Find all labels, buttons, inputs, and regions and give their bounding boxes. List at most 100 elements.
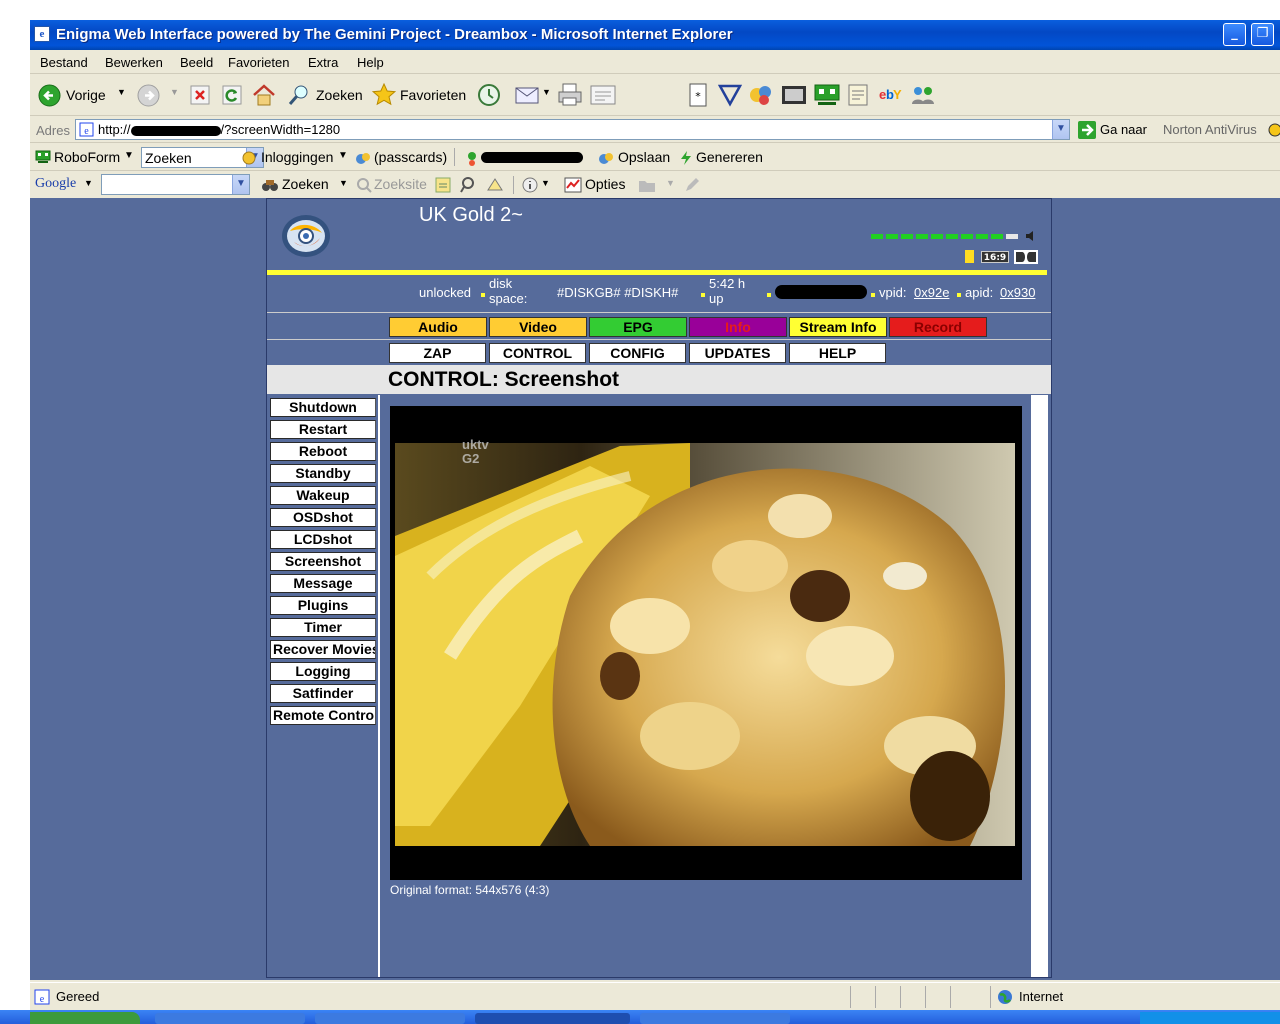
- nav-updates[interactable]: UPDATES: [689, 343, 786, 363]
- taskbar-item[interactable]: [640, 1013, 790, 1024]
- folder-icon[interactable]: [638, 177, 656, 193]
- address-dropdown-icon[interactable]: ▼: [1052, 120, 1069, 139]
- shutdown-button[interactable]: Shutdown: [270, 398, 376, 417]
- menu-help[interactable]: Help: [357, 55, 384, 70]
- info-icon[interactable]: [521, 176, 539, 194]
- title-bar[interactable]: e Enigma Web Interface powered by The Ge…: [30, 20, 1280, 50]
- volume-bar[interactable]: [871, 234, 1021, 240]
- menu-tools[interactable]: Extra: [308, 55, 338, 70]
- screenshot-button[interactable]: Screenshot: [270, 552, 376, 571]
- news-icon[interactable]: [435, 177, 451, 193]
- favorites-button-label[interactable]: Favorieten: [400, 87, 466, 103]
- pencil-icon[interactable]: [683, 176, 699, 194]
- logins-dropdown-icon[interactable]: ▼: [338, 150, 348, 161]
- search-icon[interactable]: [288, 84, 310, 106]
- satfinder-button[interactable]: Satfinder: [270, 684, 376, 703]
- apid-link[interactable]: 0x930: [1000, 285, 1035, 300]
- tab-audio[interactable]: Audio: [389, 317, 487, 337]
- favorites-star-icon[interactable]: [372, 83, 396, 107]
- funnel-icon[interactable]: [718, 83, 742, 107]
- google-logo[interactable]: Google: [35, 176, 76, 192]
- notes-icon[interactable]: [846, 83, 870, 107]
- forward-arrow-icon[interactable]: [137, 84, 160, 107]
- vpid-link[interactable]: 0x92e: [914, 285, 949, 300]
- ebay-icon[interactable]: ebY: [878, 84, 904, 104]
- timer-button[interactable]: Timer: [270, 618, 376, 637]
- stop-icon[interactable]: [190, 85, 210, 105]
- folder-dropdown-icon[interactable]: ▼: [666, 178, 675, 188]
- tab-info[interactable]: Info: [689, 317, 787, 337]
- go-arrow-icon[interactable]: [1078, 121, 1096, 139]
- history-icon[interactable]: [477, 83, 501, 107]
- mail-dropdown-icon[interactable]: ▼: [542, 87, 551, 97]
- roboform-label[interactable]: RoboForm: [54, 149, 120, 165]
- google-search-dropdown-icon[interactable]: ▼: [232, 175, 249, 194]
- osdshot-button[interactable]: OSDshot: [270, 508, 376, 527]
- robot-icon[interactable]: [814, 83, 840, 107]
- puzzle-icon[interactable]: [748, 82, 774, 108]
- search-site-button[interactable]: Zoeksite: [374, 176, 427, 192]
- refresh-icon[interactable]: [222, 85, 242, 105]
- passcards-button[interactable]: (passcards): [374, 149, 447, 165]
- minimize-button[interactable]: _: [1223, 23, 1246, 46]
- messenger-icon[interactable]: *: [688, 83, 708, 107]
- lcdshot-button[interactable]: LCDshot: [270, 530, 376, 549]
- menu-edit[interactable]: Bewerken: [105, 55, 163, 70]
- mail-icon[interactable]: [515, 84, 541, 106]
- plugins-button[interactable]: Plugins: [270, 596, 376, 615]
- logins-button[interactable]: Inloggingen: [261, 149, 333, 165]
- google-search-dropdown-arrow-icon[interactable]: ▼: [339, 178, 348, 188]
- options-button[interactable]: Opties: [585, 176, 625, 192]
- google-search-input[interactable]: ▼: [101, 174, 250, 195]
- menu-favorites[interactable]: Favorieten: [228, 55, 289, 70]
- tab-stream-info[interactable]: Stream Info: [789, 317, 887, 337]
- tab-record[interactable]: Record: [889, 317, 987, 337]
- maximize-button[interactable]: ❐: [1251, 23, 1274, 46]
- nav-control[interactable]: CONTROL: [489, 343, 586, 363]
- google-search-button[interactable]: Zoeken: [282, 176, 329, 192]
- address-input[interactable]: e http:// /?screenWidth=1280 ▼: [75, 119, 1070, 140]
- taskbar-item-active[interactable]: [475, 1013, 630, 1024]
- taskbar-item[interactable]: [315, 1013, 465, 1024]
- nav-zap[interactable]: ZAP: [389, 343, 486, 363]
- standby-button[interactable]: Standby: [270, 464, 376, 483]
- back-button-label[interactable]: Vorige: [66, 87, 106, 103]
- restart-button[interactable]: Restart: [270, 420, 376, 439]
- taskbar-item[interactable]: [155, 1013, 305, 1024]
- highlight-icon[interactable]: [486, 177, 504, 193]
- nav-help[interactable]: HELP: [789, 343, 886, 363]
- back-arrow-icon[interactable]: [38, 84, 61, 107]
- save-button[interactable]: Opslaan: [618, 149, 670, 165]
- forward-dropdown-icon[interactable]: ▼: [170, 87, 179, 97]
- wakeup-button[interactable]: Wakeup: [270, 486, 376, 505]
- logging-button[interactable]: Logging: [270, 662, 376, 681]
- search-button-label[interactable]: Zoeken: [316, 87, 363, 103]
- norton-antivirus-label[interactable]: Norton AntiVirus: [1163, 122, 1257, 137]
- spell-icon[interactable]: [460, 176, 478, 194]
- speaker-icon[interactable]: [1025, 230, 1035, 242]
- start-button[interactable]: [30, 1012, 140, 1024]
- edit-page-icon[interactable]: [590, 85, 616, 105]
- tab-video[interactable]: Video: [489, 317, 587, 337]
- nav-config[interactable]: CONFIG: [589, 343, 686, 363]
- menu-file[interactable]: Bestand: [40, 55, 88, 70]
- tab-row-border: [267, 339, 1051, 340]
- reboot-button[interactable]: Reboot: [270, 442, 376, 461]
- generate-button[interactable]: Genereren: [696, 149, 763, 165]
- home-icon[interactable]: [252, 83, 276, 107]
- people-icon[interactable]: [910, 82, 936, 108]
- remote-control-button[interactable]: Remote Control: [270, 706, 376, 725]
- go-button-label[interactable]: Ga naar: [1100, 122, 1147, 137]
- roboform-dropdown-icon[interactable]: ▼: [124, 150, 134, 161]
- identity-redacted[interactable]: [481, 152, 583, 163]
- norton-shield-icon[interactable]: [1268, 122, 1280, 138]
- window-icon[interactable]: [781, 84, 807, 106]
- menu-view[interactable]: Beeld: [180, 55, 213, 70]
- print-icon[interactable]: [557, 83, 583, 107]
- recover-movies-button[interactable]: Recover Movies: [270, 640, 376, 659]
- tab-epg[interactable]: EPG: [589, 317, 687, 337]
- google-dropdown-icon[interactable]: ▼: [84, 178, 93, 188]
- message-button[interactable]: Message: [270, 574, 376, 593]
- info-dropdown-icon[interactable]: ▼: [541, 178, 550, 188]
- back-dropdown-icon[interactable]: ▼: [117, 87, 126, 97]
